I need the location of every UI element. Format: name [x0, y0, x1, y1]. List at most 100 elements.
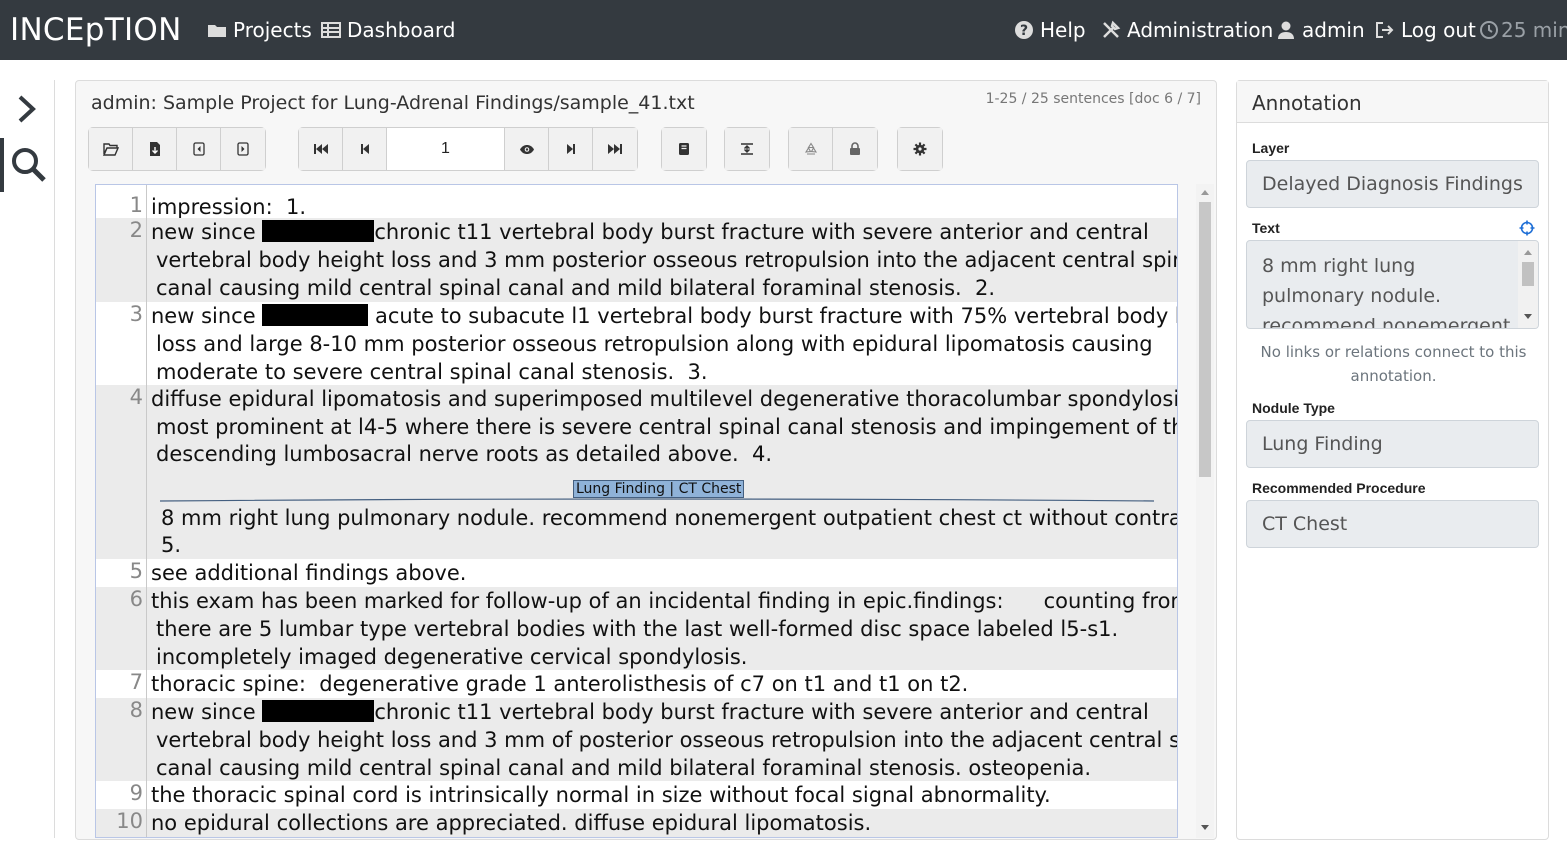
sentence-text[interactable]: canal causing mild central spinal canal … — [156, 274, 1177, 302]
redacted-date — [262, 700, 375, 722]
nav-logout[interactable]: Log out — [1375, 18, 1476, 42]
sentence-text[interactable]: canal causing mild central spinal canal … — [156, 754, 1177, 782]
nodule-type-field[interactable]: Lung Finding — [1246, 420, 1539, 468]
folder-icon — [208, 25, 226, 37]
previous-page-button[interactable] — [343, 128, 387, 170]
nav-user-label: admin — [1302, 18, 1365, 42]
annotation-text-value: 8 mm right lung pulmonary nodule. recomm… — [1262, 255, 1511, 329]
annotation-detail-panel: Annotation Layer Delayed Diagnosis Findi… — [1236, 80, 1549, 840]
page-number-input[interactable]: 1 — [387, 128, 505, 170]
sentence-row: 6 this exam has been marked for follow-u… — [96, 587, 1177, 670]
sentence-text[interactable]: most prominent at l4-5 where there is se… — [156, 413, 1177, 441]
sentence-fragment: new since — [151, 304, 263, 328]
jump-to-page-button[interactable] — [505, 128, 549, 170]
sentence-text[interactable]: vertebral body height loss and 3 mm of p… — [156, 726, 1177, 754]
guidelines-toolbar — [661, 127, 707, 171]
sentence-text[interactable]: loss and large 8-10 mm posterior osseous… — [156, 330, 1177, 358]
layer-field[interactable]: Delayed Diagnosis Findings — [1246, 160, 1539, 208]
sentence-row: 5 see additional findings above. — [96, 559, 1177, 587]
line-wrap-button[interactable] — [725, 128, 769, 170]
text-field-scroll-thumb[interactable] — [1522, 262, 1534, 286]
document-status: 1-25 / 25 sentences [doc 6 / 7] — [985, 91, 1201, 107]
sentence-text[interactable]: descending lumbosacral nerve roots as de… — [156, 440, 1177, 468]
line-number: 3 — [129, 302, 143, 326]
line-number: 2 — [129, 218, 143, 242]
sentence-row: 3 new since acute to subacute l1 vertebr… — [96, 302, 1177, 385]
sentence-text[interactable]: thoracic spine: degenerative grade 1 ant… — [151, 670, 1173, 698]
folder-open-icon — [102, 143, 119, 156]
sentence-text[interactable]: see additional findings above. — [151, 559, 1173, 587]
editor-scrollbar[interactable] — [1196, 184, 1214, 838]
sentence-text[interactable]: the thoracic spinal cord is intrinsicall… — [151, 781, 1173, 809]
sentence-row: 7 thoracic spine: degenerative grade 1 a… — [96, 670, 1177, 698]
crosshairs-icon[interactable] — [1519, 220, 1535, 236]
text-field-scrollbar[interactable] — [1518, 241, 1538, 328]
export-document-button[interactable] — [133, 128, 177, 170]
nav-projects[interactable]: Projects — [207, 18, 312, 42]
sentence-text[interactable]: this exam has been marked for follow-up … — [151, 587, 1177, 615]
expand-sidebar-button[interactable] — [0, 82, 54, 136]
nav-dashboard[interactable]: Dashboard — [321, 18, 456, 42]
sentence-text[interactable]: moderate to severe central spinal canal … — [156, 358, 1177, 386]
search-icon — [12, 148, 46, 182]
scroll-up-arrow-icon[interactable] — [1523, 248, 1533, 256]
navigation-toolbar: 1 — [298, 127, 638, 171]
scroll-down-arrow-icon[interactable] — [1523, 313, 1533, 321]
chevron-right-icon — [18, 95, 36, 123]
nav-administration-label: Administration — [1127, 18, 1274, 42]
caret-square-left-icon — [192, 142, 205, 156]
scroll-up-arrow-icon[interactable] — [1200, 188, 1210, 196]
settings-toolbar — [897, 127, 943, 171]
line-number: 1 — [129, 193, 143, 217]
nav-help[interactable]: ? Help — [1014, 18, 1086, 42]
search-sidebar-button[interactable] — [0, 138, 54, 192]
recommended-procedure-field[interactable]: CT Chest — [1246, 500, 1539, 548]
nav-user[interactable]: admin — [1276, 18, 1365, 42]
next-page-button[interactable] — [549, 128, 593, 170]
redacted-date — [262, 304, 369, 326]
annotation-editor[interactable]: 1 impression: 1. 2 new since chronic t11… — [95, 184, 1178, 838]
brand-logo[interactable]: INCEpTION — [10, 12, 182, 48]
line-number: 8 — [129, 698, 143, 722]
annotation-text-field[interactable]: 8 mm right lung pulmonary nodule. recomm… — [1246, 240, 1539, 329]
sentence-row: 2 new since chronic t11 vertebral body b… — [96, 218, 1177, 302]
sentence-row: 4 diffuse epidural lipomatosis and super… — [96, 385, 1177, 559]
last-page-button[interactable] — [593, 128, 637, 170]
sentence-text[interactable]: diffuse epidural lipomatosis and superim… — [151, 385, 1177, 413]
sentence-text[interactable]: no epidural collections are appreciated.… — [151, 809, 1173, 837]
svg-text:?: ? — [1020, 23, 1028, 39]
editor-scroll-thumb[interactable] — [1199, 202, 1211, 477]
text-label: Text — [1252, 220, 1280, 236]
finish-document-button[interactable] — [833, 128, 877, 170]
nav-projects-label: Projects — [233, 18, 312, 42]
sentence-fragment: new since — [151, 700, 263, 724]
nav-help-label: Help — [1040, 18, 1086, 42]
line-number: 5 — [129, 559, 143, 583]
sentence-row: 1 impression: 1. — [96, 189, 1177, 221]
first-page-button[interactable] — [299, 128, 343, 170]
sentence-fragment: chronic t11 vertebral body burst fractur… — [374, 220, 1149, 244]
guidelines-button[interactable] — [662, 128, 706, 170]
sentence-text[interactable]: new since acute to subacute l1 vertebral… — [151, 302, 1177, 330]
next-document-button[interactable] — [221, 128, 265, 170]
line-number: 10 — [116, 809, 143, 833]
previous-document-button[interactable] — [177, 128, 221, 170]
sentence-text[interactable]: impression: 1. — [151, 193, 1173, 221]
scroll-down-arrow-icon[interactable] — [1200, 824, 1210, 832]
sentence-text[interactable]: new since chronic t11 vertebral body bur… — [151, 218, 1173, 246]
settings-button[interactable] — [898, 128, 942, 170]
annotated-text[interactable]: 8 mm right lung pulmonary nodule. recomm… — [161, 504, 1177, 532]
user-icon — [1278, 21, 1294, 39]
sentence-text[interactable]: new since chronic t11 vertebral body bur… — [151, 698, 1173, 726]
annotated-text[interactable]: 5. — [161, 531, 1177, 559]
sentence-text[interactable]: incompletely imaged degenerative cervica… — [156, 643, 1177, 671]
sentence-fragment: chronic t11 vertebral body burst fractur… — [374, 700, 1149, 724]
sentence-text[interactable]: there are 5 lumbar type vertebral bodies… — [156, 615, 1177, 643]
sentence-text[interactable]: vertebral body height loss and 3 mm post… — [156, 246, 1177, 274]
annotation-span-bracket — [160, 498, 1154, 502]
open-document-button[interactable] — [89, 128, 133, 170]
span-annotation-label[interactable]: Lung Finding | CT Chest — [573, 480, 745, 498]
nav-administration[interactable]: Administration — [1101, 18, 1273, 42]
caret-square-right-icon — [237, 142, 249, 156]
reset-document-button[interactable] — [789, 128, 833, 170]
